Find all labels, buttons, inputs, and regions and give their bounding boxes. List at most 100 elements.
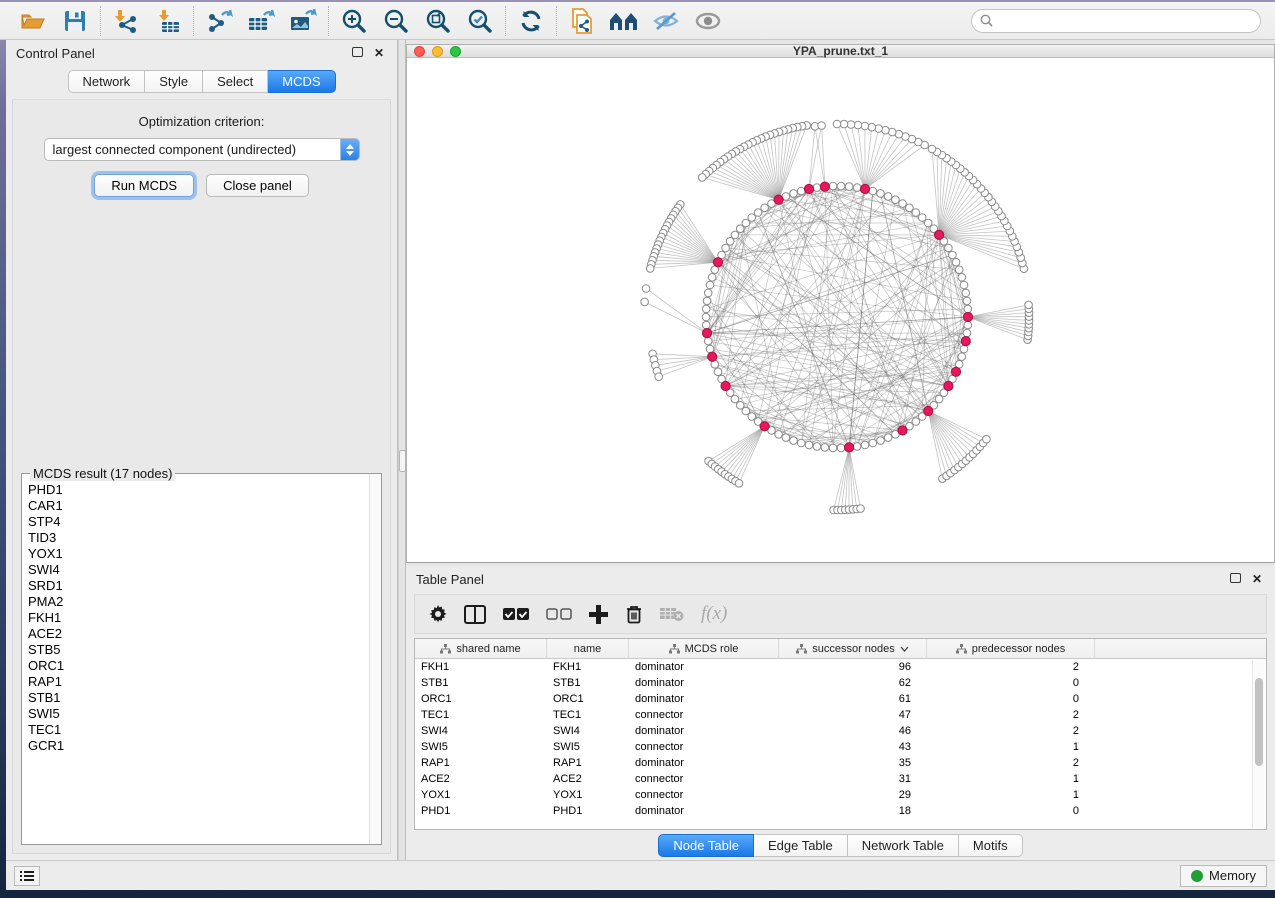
close-panel-icon[interactable]: ✕ [371, 46, 387, 60]
cell-name: SWI5 [547, 741, 629, 753]
result-node-item[interactable]: PHD1 [28, 482, 363, 498]
table-row[interactable]: SWI5SWI5connector431 [415, 739, 1266, 755]
search-field[interactable] [971, 9, 1261, 33]
panel-splitter[interactable] [398, 40, 406, 860]
tab-node-table[interactable]: Node Table [658, 834, 754, 857]
table-row[interactable]: STB1STB1dominator620 [415, 675, 1266, 691]
float-table-panel-icon[interactable] [1227, 572, 1243, 586]
column-header-MCDS-role[interactable]: MCDS role [629, 639, 779, 659]
duplicate-network-icon[interactable] [566, 6, 598, 36]
column-header-name[interactable]: name [547, 639, 629, 659]
table-scrollbar[interactable] [1252, 660, 1265, 828]
result-node-item[interactable]: SWI4 [28, 562, 363, 578]
zoom-fit-icon[interactable] [422, 6, 454, 36]
run-mcds-button[interactable]: Run MCDS [94, 174, 194, 197]
delete-rows-icon[interactable] [625, 604, 643, 624]
column-layout-icon[interactable] [464, 605, 486, 624]
result-node-item[interactable]: PMA2 [28, 594, 363, 610]
tab-style[interactable]: Style [145, 70, 203, 93]
export-table-icon[interactable] [245, 6, 277, 36]
splitter-grip[interactable] [399, 450, 406, 472]
cell-predecessor-nodes: 1 [927, 789, 1095, 801]
import-table-icon[interactable] [152, 6, 184, 36]
tab-select[interactable]: Select [203, 70, 268, 93]
table-row[interactable]: RAP1RAP1dominator352 [415, 755, 1266, 771]
network-canvas[interactable] [407, 58, 1274, 562]
mcds-result-title: MCDS result (17 nodes) [30, 466, 175, 481]
result-node-item[interactable]: ACE2 [28, 626, 363, 642]
zoom-out-icon[interactable] [380, 6, 412, 36]
result-node-item[interactable]: TID3 [28, 530, 363, 546]
result-node-item[interactable]: GCR1 [28, 738, 363, 754]
control-panel-tabs: NetworkStyleSelectMCDS [6, 66, 397, 99]
network-window-title: YPA_prune.txt_1 [407, 44, 1274, 58]
column-header-predecessor-nodes[interactable]: predecessor nodes [927, 639, 1095, 659]
cell-shared-name: ORC1 [415, 693, 547, 705]
hide-selected-icon[interactable] [650, 6, 682, 36]
first-neighbors-icon[interactable] [608, 6, 640, 36]
show-all-icon[interactable] [692, 6, 724, 36]
cell-MCDS-role: dominator [629, 757, 779, 769]
task-history-button[interactable] [14, 866, 40, 886]
result-node-item[interactable]: TEC1 [28, 722, 363, 738]
tab-network-table[interactable]: Network Table [848, 834, 959, 857]
save-session-icon[interactable] [59, 6, 91, 36]
table-row[interactable]: ORC1ORC1dominator610 [415, 691, 1266, 707]
zoom-selected-icon[interactable] [464, 6, 496, 36]
column-header-successor-nodes[interactable]: successor nodes [779, 639, 927, 659]
mcds-result-scrollbar[interactable] [369, 474, 381, 844]
memory-button[interactable]: Memory [1180, 865, 1267, 887]
tab-mcds[interactable]: MCDS [268, 70, 335, 93]
close-table-panel-icon[interactable]: ✕ [1249, 572, 1265, 586]
result-node-item[interactable]: RAP1 [28, 674, 363, 690]
result-node-item[interactable]: STB5 [28, 642, 363, 658]
shared-column-icon [796, 644, 807, 654]
result-node-item[interactable]: ORC1 [28, 658, 363, 674]
table-row[interactable]: TEC1TEC1connector472 [415, 707, 1266, 723]
cell-name: PHD1 [547, 805, 629, 817]
search-input[interactable] [998, 14, 1252, 28]
cell-predecessor-nodes: 1 [927, 741, 1095, 753]
cell-MCDS-role: dominator [629, 805, 779, 817]
table-row[interactable]: SWI4SWI4dominator462 [415, 723, 1266, 739]
network-window-titlebar[interactable]: YPA_prune.txt_1 [407, 45, 1274, 58]
import-network-icon[interactable] [110, 6, 142, 36]
close-panel-button[interactable]: Close panel [206, 174, 309, 197]
mcds-result-list[interactable]: PHD1CAR1STP4TID3YOX1SWI4SRD1PMA2FKH1ACE2… [22, 474, 369, 844]
select-all-icon[interactable] [503, 608, 529, 621]
cell-shared-name: TEC1 [415, 709, 547, 721]
cell-predecessor-nodes: 0 [927, 693, 1095, 705]
export-image-icon[interactable] [287, 6, 319, 36]
result-node-item[interactable]: STP4 [28, 514, 363, 530]
tab-edge-table[interactable]: Edge Table [754, 834, 848, 857]
criterion-dropdown[interactable]: largest connected component (undirected) [44, 138, 360, 161]
result-node-item[interactable]: STB1 [28, 690, 363, 706]
result-node-item[interactable]: FKH1 [28, 610, 363, 626]
result-node-item[interactable]: YOX1 [28, 546, 363, 562]
main-toolbar [0, 2, 1275, 40]
float-panel-icon[interactable] [349, 46, 365, 60]
column-header-shared-name[interactable]: shared name [415, 639, 547, 659]
table-row[interactable]: YOX1YOX1connector291 [415, 787, 1266, 803]
refresh-layout-icon[interactable] [515, 6, 547, 36]
cell-shared-name: STB1 [415, 677, 547, 689]
cell-name: STB1 [547, 677, 629, 689]
table-row[interactable]: PHD1PHD1dominator180 [415, 803, 1266, 819]
tab-network[interactable]: Network [68, 70, 146, 93]
export-network-icon[interactable] [203, 6, 235, 36]
gear-icon[interactable] [429, 605, 447, 623]
zoom-in-icon[interactable] [338, 6, 370, 36]
node-table[interactable]: shared namenameMCDS rolesuccessor nodesp… [414, 638, 1267, 830]
cell-successor-nodes: 96 [779, 661, 927, 673]
deselect-all-icon[interactable] [546, 608, 572, 621]
table-row[interactable]: FKH1FKH1dominator962 [415, 659, 1266, 675]
result-node-item[interactable]: CAR1 [28, 498, 363, 514]
add-column-icon[interactable] [589, 605, 608, 624]
open-file-icon[interactable] [17, 6, 49, 36]
result-node-item[interactable]: SRD1 [28, 578, 363, 594]
result-node-item[interactable]: SWI5 [28, 706, 363, 722]
cell-successor-nodes: 35 [779, 757, 927, 769]
tab-motifs[interactable]: Motifs [959, 834, 1023, 857]
table-row[interactable]: ACE2ACE2connector311 [415, 771, 1266, 787]
table-tabs: Node TableEdge TableNetwork TableMotifs [406, 830, 1275, 860]
